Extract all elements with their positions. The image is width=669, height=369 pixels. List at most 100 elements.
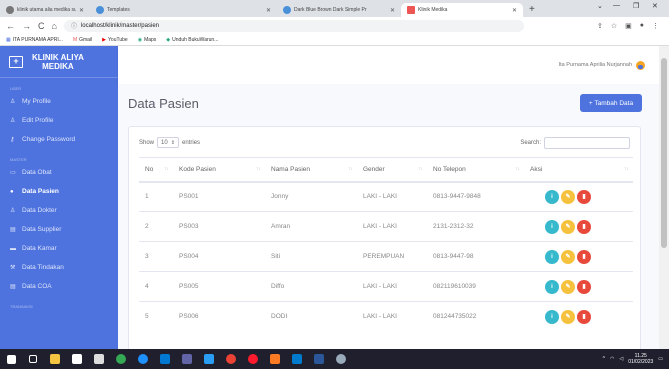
sidebar-item-data-coa[interactable]: ▤ Data COA bbox=[0, 277, 118, 296]
pills-icon: ▭ bbox=[10, 170, 16, 176]
back-icon[interactable]: ← bbox=[6, 21, 15, 31]
close-tab-icon[interactable]: ✕ bbox=[79, 7, 84, 14]
delete-button[interactable]: ▮ bbox=[577, 309, 591, 324]
edit-button[interactable]: ✎ bbox=[561, 249, 575, 264]
sidebar-item-my-profile[interactable]: ♙ My Profile bbox=[0, 92, 118, 111]
sidebar-item-data-pasien[interactable]: ● Data Pasien bbox=[0, 182, 118, 201]
photos-icon[interactable] bbox=[198, 349, 220, 369]
browser-tab-active[interactable]: Klinik Medika ✕ bbox=[401, 3, 523, 17]
table-cell-gender: LAKI - LAKI bbox=[357, 211, 427, 242]
opera-icon[interactable] bbox=[242, 349, 264, 369]
new-tab-button[interactable]: + bbox=[523, 3, 541, 17]
star-icon[interactable]: ☆ bbox=[611, 22, 617, 30]
favicon-icon bbox=[96, 6, 104, 14]
share-icon[interactable]: ⇪ bbox=[597, 22, 603, 30]
minimize-icon[interactable]: — bbox=[613, 2, 620, 9]
avatar[interactable] bbox=[636, 60, 645, 70]
bookmark-item[interactable]: ◉ Maps bbox=[138, 37, 157, 43]
bookmark-item[interactable]: ◆ Unduh BukuWarun... bbox=[166, 37, 218, 43]
pasien-table: No ↑↓ Kode Pasien ↑↓ Nama Pasien ↑↓ Gender ↑… bbox=[139, 157, 633, 332]
column-header[interactable]: No ↑↓ bbox=[139, 157, 173, 183]
info-button[interactable]: i bbox=[545, 279, 559, 294]
browser-tab[interactable]: klinik utama alia medika susato✕ bbox=[0, 3, 90, 17]
word-icon[interactable] bbox=[308, 349, 330, 369]
sidebar-item-data-tindakan[interactable]: ⚒ Data Tindakan bbox=[0, 258, 118, 277]
app-icon[interactable] bbox=[330, 349, 352, 369]
close-tab-icon[interactable]: ✕ bbox=[390, 7, 395, 14]
volume-icon[interactable]: ◁ bbox=[619, 356, 623, 362]
notification-icon[interactable]: ▭ bbox=[658, 356, 663, 362]
sidebar-item-change-password[interactable]: ⚷ Change Password bbox=[0, 130, 118, 149]
sidebar: + KLINIK ALIYA MEDIKA USER ♙ My Profile ♙ E… bbox=[0, 46, 118, 349]
column-header[interactable]: Gender ↑↓ bbox=[357, 157, 427, 183]
table-cell-kode: PS006 bbox=[173, 301, 265, 332]
system-tray: ^ ◠ ◁ 11.25 01/02/2023 ▭ bbox=[603, 353, 669, 365]
vscode-icon[interactable] bbox=[286, 349, 308, 369]
bookmark-item[interactable]: ▶ YouTube bbox=[102, 37, 128, 43]
entries-select[interactable]: 10 ⇕ bbox=[157, 137, 180, 148]
wifi-icon[interactable]: ◠ bbox=[610, 356, 614, 362]
info-button[interactable]: i bbox=[545, 249, 559, 264]
bookmark-item[interactable]: M Gmail bbox=[73, 37, 92, 43]
menu-icon[interactable]: ⋮ bbox=[652, 22, 659, 30]
browser-tab[interactable]: Templates ✕ bbox=[90, 3, 277, 17]
delete-button[interactable]: ▮ bbox=[577, 279, 591, 294]
home-icon[interactable]: ⌂ bbox=[52, 21, 57, 31]
user-name[interactable]: Ita Purnama Aprilia Nurjannah bbox=[559, 62, 632, 68]
chrome-icon[interactable] bbox=[110, 349, 132, 369]
maximize-icon[interactable]: ❐ bbox=[633, 2, 639, 10]
add-data-button[interactable]: + Tambah Data bbox=[580, 94, 642, 112]
store-icon[interactable] bbox=[66, 349, 88, 369]
sidebar-item-data-kamar[interactable]: ▬ Data Kamar bbox=[0, 239, 118, 258]
close-window-icon[interactable]: ✕ bbox=[652, 2, 658, 10]
close-tab-icon[interactable]: ✕ bbox=[512, 7, 517, 14]
clock[interactable]: 11.25 01/02/2023 bbox=[628, 353, 653, 365]
column-header[interactable]: Aksi ↑↓ bbox=[524, 157, 633, 183]
info-button[interactable]: i bbox=[545, 219, 559, 234]
table-cell-kode: PS001 bbox=[173, 181, 265, 212]
reload-icon[interactable]: C bbox=[38, 21, 45, 31]
brand[interactable]: + KLINIK ALIYA MEDIKA bbox=[0, 46, 118, 78]
edit-button[interactable]: ✎ bbox=[561, 279, 575, 294]
forward-icon[interactable]: → bbox=[22, 21, 31, 31]
table-cell-telp: 0813-9447-9848 bbox=[427, 181, 524, 212]
column-header[interactable]: Kode Pasien ↑↓ bbox=[173, 157, 265, 183]
info-button[interactable]: i bbox=[545, 189, 559, 204]
sidebar-item-data-obat[interactable]: ▭ Data Obat bbox=[0, 163, 118, 182]
search-input[interactable] bbox=[544, 137, 630, 149]
delete-button[interactable]: ▮ bbox=[577, 219, 591, 234]
edit-button[interactable]: ✎ bbox=[561, 219, 575, 234]
edge-icon[interactable] bbox=[132, 349, 154, 369]
windows-start-icon[interactable] bbox=[0, 349, 22, 369]
mail-icon[interactable] bbox=[154, 349, 176, 369]
table-cell-no: 4 bbox=[139, 271, 173, 302]
url-input[interactable]: ⓘ localhost/klinik/master/pasien bbox=[63, 19, 524, 32]
delete-button[interactable]: ▮ bbox=[577, 249, 591, 264]
browser-tab[interactable]: Dark Blue Brown Dark Simple Pr ✕ bbox=[277, 3, 401, 17]
column-header[interactable]: No Telepon ↑↓ bbox=[427, 157, 524, 183]
file-explorer-icon[interactable] bbox=[44, 349, 66, 369]
task-view-icon[interactable] bbox=[22, 349, 44, 369]
sidepanel-icon[interactable]: ▣ bbox=[625, 22, 632, 30]
sidebar-item-edit-profile[interactable]: ♙ Edit Profile bbox=[0, 111, 118, 130]
sidebar-item-data-dokter[interactable]: ♙ Data Dokter bbox=[0, 201, 118, 220]
sidebar-item-data-supplier[interactable]: ▤ Data Supplier bbox=[0, 220, 118, 239]
sidebar-heading: USER bbox=[10, 86, 22, 91]
info-button[interactable]: i bbox=[545, 309, 559, 324]
table-cell-gender: LAKI - LAKI bbox=[357, 271, 427, 302]
lock-app-icon[interactable] bbox=[88, 349, 110, 369]
delete-button[interactable]: ▮ bbox=[577, 189, 591, 204]
teams-icon[interactable] bbox=[176, 349, 198, 369]
bookmark-item[interactable]: ▦ ITA PURNAMA APRI... bbox=[6, 37, 63, 43]
scrollbar-thumb[interactable] bbox=[661, 58, 667, 248]
scrollbar[interactable] bbox=[659, 46, 669, 349]
edit-button[interactable]: ✎ bbox=[561, 309, 575, 324]
chevron-down-icon[interactable]: ⌄ bbox=[597, 2, 603, 10]
close-tab-icon[interactable]: ✕ bbox=[266, 7, 271, 14]
chevron-up-icon[interactable]: ^ bbox=[603, 356, 605, 362]
profile-avatar-icon[interactable]: ● bbox=[640, 22, 644, 30]
xampp-icon[interactable] bbox=[264, 349, 286, 369]
column-header[interactable]: Nama Pasien ↑↓ bbox=[265, 157, 357, 183]
chrome-icon[interactable] bbox=[220, 349, 242, 369]
edit-button[interactable]: ✎ bbox=[561, 189, 575, 204]
